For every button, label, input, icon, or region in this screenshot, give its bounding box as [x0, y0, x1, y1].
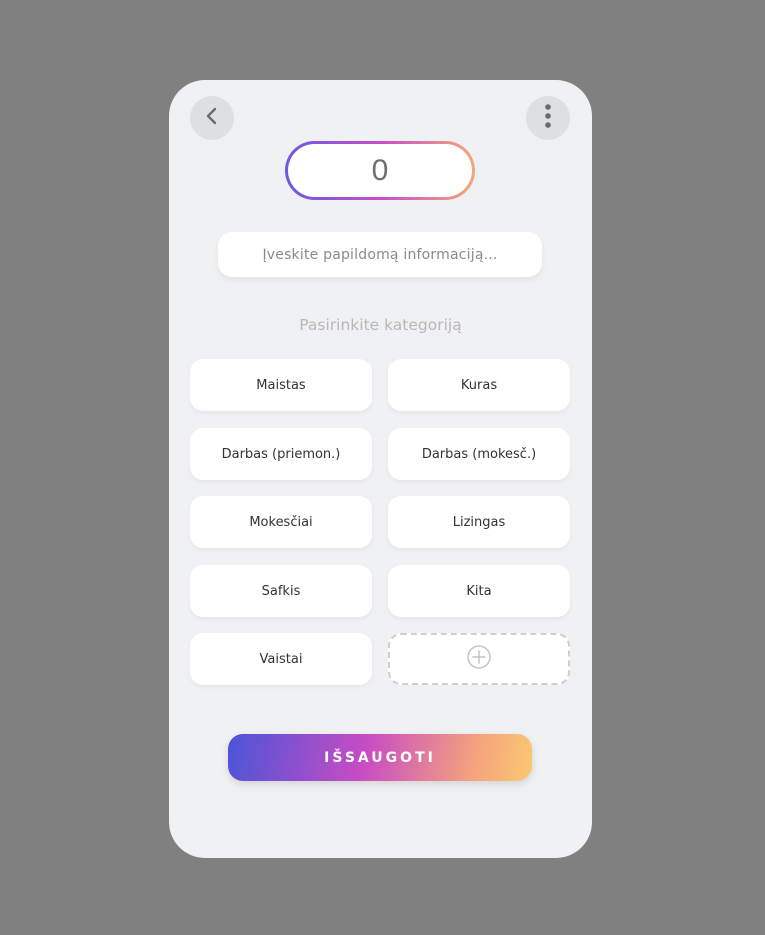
category-label: Kuras: [460, 377, 498, 393]
category-button-kita[interactable]: Kita: [388, 565, 570, 617]
category-button-darbas-mokesc[interactable]: Darbas (mokesč.): [388, 428, 570, 480]
category-button-darbas-priemon[interactable]: Darbas (priemon.): [190, 428, 372, 480]
amount-value[interactable]: 0: [288, 144, 472, 197]
category-button-vaistai[interactable]: Vaistai: [190, 633, 372, 685]
back-button[interactable]: [190, 96, 234, 140]
category-label: Darbas (priemon.): [221, 446, 341, 462]
plus-circle-icon: [466, 644, 492, 675]
category-label: Kita: [466, 583, 492, 599]
category-label: Maistas: [256, 377, 306, 393]
category-button-maistas[interactable]: Maistas: [190, 359, 372, 411]
category-label: Safkis: [261, 583, 301, 599]
vertical-dots-icon: [544, 103, 552, 134]
category-label: Vaistai: [259, 651, 303, 667]
category-label: Mokesčiai: [249, 514, 313, 530]
category-button-lizingas[interactable]: Lizingas: [388, 496, 570, 548]
save-button[interactable]: IŠSAUGOTI: [228, 734, 532, 781]
additional-info-input[interactable]: Įveskite papildomą informaciją...: [218, 232, 542, 277]
add-category-button[interactable]: [388, 633, 570, 685]
save-button-label: IŠSAUGOTI: [324, 749, 436, 766]
category-button-kuras[interactable]: Kuras: [388, 359, 570, 411]
category-label: Darbas (mokesč.): [421, 446, 537, 462]
more-options-button[interactable]: [526, 96, 570, 140]
category-button-mokesciai[interactable]: Mokesčiai: [190, 496, 372, 548]
chevron-left-icon: [205, 107, 219, 130]
category-button-safkis[interactable]: Safkis: [190, 565, 372, 617]
additional-info-placeholder: Įveskite papildomą informaciją...: [262, 246, 498, 263]
category-section-title: Pasirinkite kategoriją: [299, 316, 462, 334]
app-screen: 0 Įveskite papildomą informaciją... Pasi…: [169, 80, 592, 858]
amount-display[interactable]: 0: [285, 141, 475, 200]
category-label: Lizingas: [452, 514, 506, 530]
